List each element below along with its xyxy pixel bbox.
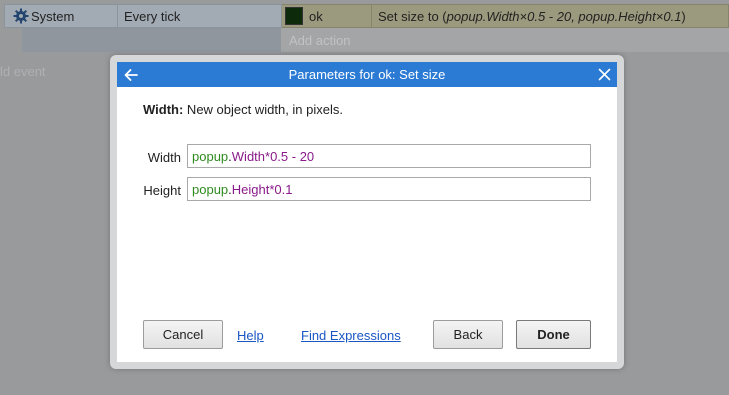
done-button[interactable]: Done <box>516 320 591 349</box>
expression-token: *0.1 <box>269 181 293 197</box>
action-object-name: ok <box>309 8 323 24</box>
action-prefix: Set size to ( <box>378 8 447 24</box>
width-field[interactable]: popup. Width *0.5 - 20 <box>187 144 591 168</box>
height-label: Height <box>143 183 181 198</box>
action-object-swatch <box>285 7 303 25</box>
gear-icon <box>13 8 29 24</box>
expression-token: popup <box>192 148 229 164</box>
close-icon[interactable] <box>598 68 611 81</box>
event-row[interactable]: System Every tick ok Set size to (popup.… <box>4 4 729 28</box>
parameters-dialog: Parameters for ok: Set size Width: New o… <box>117 62 617 362</box>
cancel-button[interactable]: Cancel <box>143 320 223 349</box>
add-event-link[interactable]: ld event <box>0 64 46 79</box>
condition-block[interactable]: System Every tick <box>4 4 282 28</box>
expression-token: *0.5 - 20 <box>265 148 315 164</box>
condition-text[interactable]: Every tick <box>118 5 180 27</box>
arrow-left-icon[interactable] <box>123 67 139 83</box>
dialog-title: Parameters for ok: Set size <box>288 67 446 82</box>
action-block[interactable]: ok Set size to (popup.Width×0.5 - 20, po… <box>282 4 729 28</box>
action-suffix: ) <box>681 8 686 24</box>
height-field[interactable]: popup. Height *0.1 <box>187 177 591 201</box>
description-param-name: Width: <box>143 102 184 117</box>
parameter-description: Width: New object width, in pixels. <box>143 102 343 117</box>
condition-object-name: System <box>31 8 75 24</box>
action-object[interactable]: ok <box>282 5 372 27</box>
back-button[interactable]: Back <box>433 320 503 349</box>
find-expressions-link[interactable]: Find Expressions <box>301 328 401 343</box>
add-action-link[interactable]: Add action <box>281 28 729 52</box>
dialog-titlebar: Parameters for ok: Set size <box>117 62 617 87</box>
expression-token: Height <box>231 181 270 197</box>
expression-token: Width <box>231 148 266 164</box>
width-label: Width <box>147 150 181 165</box>
expression-token: popup <box>192 181 229 197</box>
event-subrow <box>22 28 281 52</box>
condition-object[interactable]: System <box>5 5 118 27</box>
action-text[interactable]: Set size to (popup.Width×0.5 - 20, popup… <box>372 5 686 27</box>
help-link[interactable]: Help <box>237 328 264 343</box>
action-args: popup.Width×0.5 - 20, popup.Height×0.1 <box>446 8 682 24</box>
description-text: New object width, in pixels. <box>183 102 343 117</box>
